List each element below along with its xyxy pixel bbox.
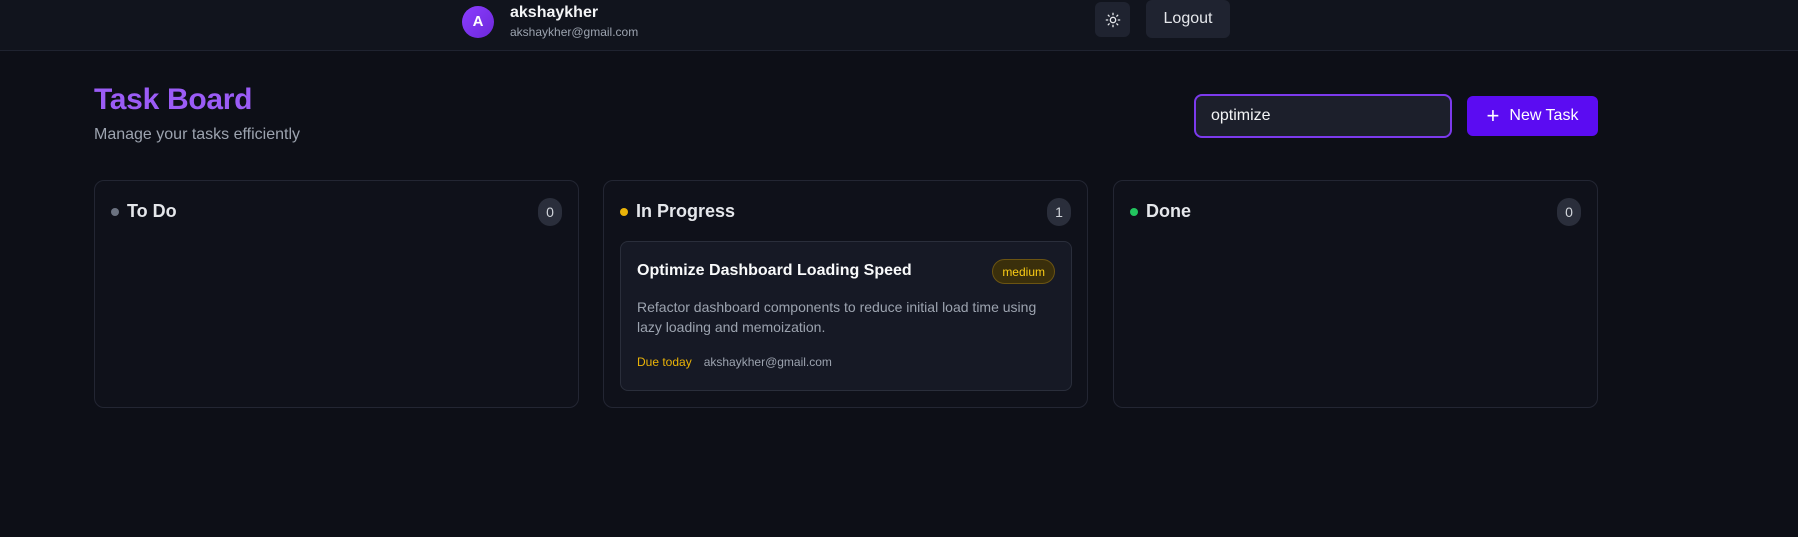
- task-count-badge: 0: [1557, 198, 1581, 226]
- status-dot-icon: [620, 207, 628, 216]
- sun-icon: [1105, 12, 1120, 27]
- logout-button[interactable]: Logout: [1146, 0, 1230, 38]
- column-title: In Progress: [636, 201, 736, 221]
- task-card[interactable]: Optimize Dashboard Loading Speed medium …: [620, 241, 1072, 391]
- column-header: In Progress: [620, 201, 735, 222]
- task-title: Optimize Dashboard Loading Speed: [637, 262, 912, 279]
- user-email: akshaykher@gmail.com: [510, 25, 639, 39]
- due-date: Due today: [637, 355, 692, 369]
- column-in-progress: In Progress 1 Optimize Dashboard Loading…: [603, 180, 1088, 408]
- priority-badge: medium: [992, 259, 1055, 284]
- task-count-badge: 0: [538, 198, 562, 226]
- new-task-button[interactable]: + New Task: [1467, 96, 1598, 136]
- user-info: akshaykher akshaykher@gmail.com: [510, 3, 638, 40]
- plus-icon: +: [1486, 103, 1500, 128]
- user-profile: A akshaykher akshaykher@gmail.com: [462, 3, 638, 40]
- column-done: Done 0: [1113, 180, 1598, 408]
- task-footer: Due today akshaykher@gmail.com: [637, 355, 832, 369]
- assignee-email: akshaykher@gmail.com: [703, 355, 832, 369]
- page-title: Task Board: [94, 83, 253, 116]
- theme-toggle-button[interactable]: [1095, 2, 1130, 37]
- status-dot-icon: [111, 207, 119, 216]
- new-task-label: New Task: [1509, 107, 1579, 124]
- status-dot-icon: [1130, 207, 1138, 216]
- search-input[interactable]: [1194, 94, 1452, 138]
- column-title: To Do: [127, 201, 177, 221]
- task-count-badge: 1: [1047, 198, 1071, 226]
- column-todo: To Do 0: [94, 180, 579, 408]
- task-description: Refactor dashboard components to reduce …: [637, 299, 1037, 335]
- column-title: Done: [1146, 201, 1191, 221]
- top-navbar: A akshaykher akshaykher@gmail.com Logout: [0, 0, 1798, 51]
- page-subtitle: Manage your tasks efficiently: [94, 126, 301, 143]
- avatar: A: [462, 5, 494, 38]
- user-name: akshaykher: [510, 4, 599, 21]
- column-header: Done: [1130, 201, 1191, 222]
- column-header: To Do: [111, 201, 177, 222]
